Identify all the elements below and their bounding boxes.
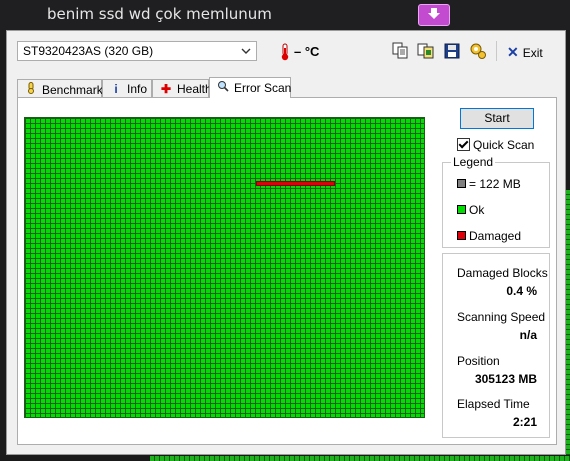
tab-info[interactable]: i Info bbox=[102, 79, 152, 97]
legend-label: Damaged bbox=[469, 229, 522, 243]
legend-item-block-size: = 122 MB bbox=[457, 177, 521, 191]
legend-label: = 122 MB bbox=[469, 177, 521, 191]
elapsed-time-value: 2:21 bbox=[512, 415, 537, 429]
legend-box: Legend = 122 MB Ok Damaged bbox=[442, 155, 550, 248]
legend-swatch bbox=[457, 205, 466, 214]
tab-label: Benchmark bbox=[42, 83, 103, 97]
checkbox-checked-icon[interactable] bbox=[457, 138, 470, 151]
tab-benchmark[interactable]: Benchmark bbox=[17, 79, 103, 97]
quick-scan-label: Quick Scan bbox=[473, 138, 535, 152]
hdtune-window: ST9320423AS (320 GB) – °C ✕ Exit Benchma… bbox=[6, 30, 566, 455]
tab-label: Error Scan bbox=[234, 81, 292, 95]
drive-select-value: ST9320423AS (320 GB) bbox=[23, 44, 154, 58]
copy-all-icon[interactable] bbox=[416, 41, 436, 61]
position-value: 305123 MB bbox=[474, 372, 537, 386]
error-scan-panel: Start Quick Scan Legend = 122 MB Ok Dama… bbox=[17, 97, 557, 445]
tab-label: Info bbox=[127, 82, 148, 96]
position-label: Position bbox=[457, 354, 500, 368]
tab-health[interactable]: ✚ Health bbox=[152, 79, 212, 97]
chat-message-bar: benim ssd wd çok memlunum bbox=[0, 0, 570, 30]
tab-error-scan[interactable]: Error Scan bbox=[209, 77, 291, 98]
health-cross-icon: ✚ bbox=[160, 82, 172, 96]
copy-icon[interactable] bbox=[390, 41, 410, 61]
thermometer-icon bbox=[24, 82, 38, 97]
legend-label: Ok bbox=[469, 203, 485, 217]
scanning-speed-value: n/a bbox=[519, 328, 537, 342]
background-scan-grid-edge bbox=[566, 190, 570, 455]
toolbar-divider bbox=[496, 41, 497, 61]
tab-label: Health bbox=[177, 82, 212, 96]
magnifier-icon bbox=[216, 80, 230, 95]
legend-item-ok: Ok bbox=[457, 203, 484, 217]
info-icon: i bbox=[114, 82, 118, 96]
damaged-blocks bbox=[256, 181, 335, 186]
chevron-down-icon bbox=[241, 45, 251, 59]
scan-stats-box: Damaged Blocks 0.4 % Scanning Speed n/a … bbox=[442, 253, 550, 438]
exit-label: Exit bbox=[522, 46, 543, 60]
damaged-blocks-label: Damaged Blocks bbox=[457, 266, 548, 280]
background-scan-grid bbox=[150, 456, 570, 461]
quick-scan-checkbox[interactable]: Quick Scan bbox=[457, 138, 534, 152]
close-icon: ✕ bbox=[507, 44, 519, 60]
legend-title: Legend bbox=[451, 155, 496, 169]
scan-block-map bbox=[24, 117, 425, 418]
scanning-speed-label: Scanning Speed bbox=[457, 310, 546, 324]
elapsed-time-label: Elapsed Time bbox=[457, 397, 530, 411]
legend-item-damaged: Damaged bbox=[457, 229, 521, 243]
chat-message: benim ssd wd çok memlunum bbox=[47, 5, 272, 23]
save-icon[interactable] bbox=[442, 41, 462, 61]
exit-button[interactable]: ✕ Exit bbox=[507, 44, 543, 61]
damaged-blocks-value: 0.4 % bbox=[506, 284, 537, 298]
legend-swatch bbox=[457, 179, 466, 188]
legend-swatch bbox=[457, 231, 466, 240]
start-button[interactable]: Start bbox=[460, 108, 534, 129]
thermometer-icon bbox=[280, 43, 290, 66]
options-icon[interactable] bbox=[468, 41, 488, 61]
drive-select[interactable]: ST9320423AS (320 GB) bbox=[17, 41, 257, 61]
download-emoji-icon bbox=[418, 4, 450, 26]
temperature-readout: – °C bbox=[294, 44, 320, 59]
